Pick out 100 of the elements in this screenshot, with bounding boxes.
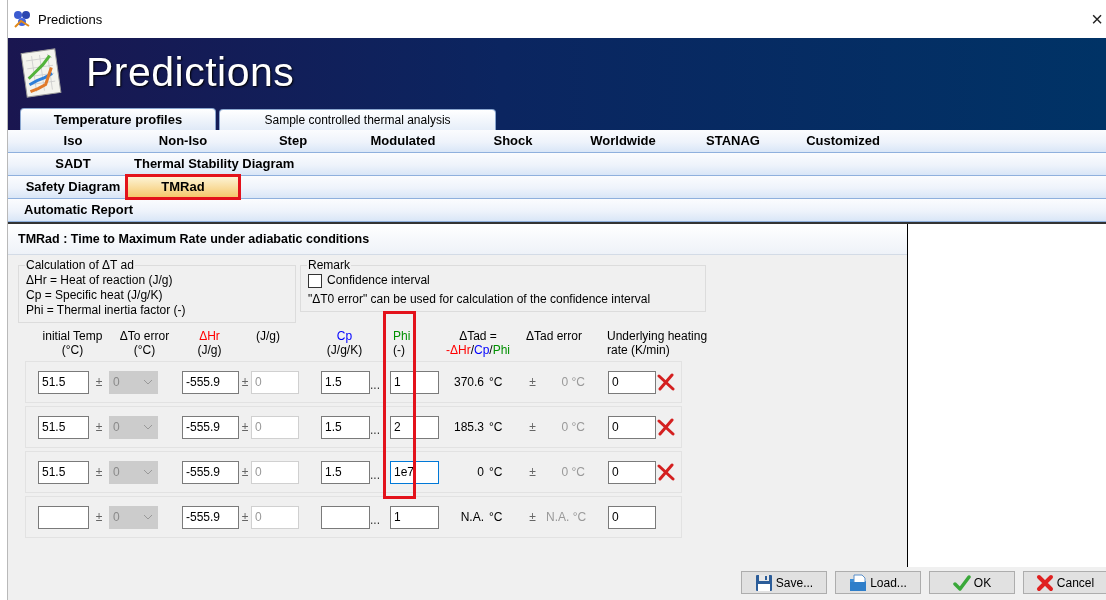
column-header: Underlying heating rate (K/min) [607,329,708,357]
method-tab[interactable]: Step [238,131,348,151]
chevron-icon [143,469,153,475]
phi-field[interactable]: 1e7 [390,460,439,484]
check-icon [952,573,971,592]
panel-title: TMRad : Time to Maximum Rate under adiabatic conditions [8,224,907,255]
heating-rate-field[interactable]: 0 [608,505,656,529]
close-button[interactable]: × [1091,9,1103,29]
folder-icon [849,573,868,592]
more-button[interactable]: ... [370,507,390,527]
chevron-icon [143,514,153,520]
heat-capacity-field[interactable]: 1.5 [321,460,370,484]
profile-tab[interactable]: Sample controlled thermal analysis [219,109,496,130]
plus-minus-sign: ± [240,510,250,524]
heat-capacity-field[interactable] [321,505,370,529]
dropdown-value: 0 [113,375,120,389]
heat-field[interactable]: -555.9 [182,370,239,394]
adiabatic-rise-value: 185.3 [452,420,484,434]
save-button[interactable]: Save... [741,571,827,594]
error-value: 0 °C [560,375,586,389]
unit-label: °C [488,375,504,389]
temperature-field[interactable]: 51.5 [38,415,89,439]
unit-label: °C [488,510,504,524]
remark-text: "ΔT0 error" can be used for calculation of the confidence interval [308,292,652,307]
plus-minus-sign: ± [94,420,104,434]
heat-capacity-field[interactable]: 1.5 [321,370,370,394]
column-header: ΔTad error [525,329,582,343]
definition-text: Cp = Specific heat (J/g/K) [26,288,164,303]
column-header: Cp (J/g/K) [326,329,363,357]
method-tab[interactable]: Shock [458,131,568,151]
heat-capacity-field[interactable]: 1.5 [321,415,370,439]
temperature-field[interactable]: 51.5 [38,370,89,394]
adiabatic-rise-value: N.A. [459,510,484,524]
delete-icon[interactable] [657,418,675,436]
column-header: initial Temp (°C) [42,329,103,357]
plus-minus-sign: ± [528,510,537,524]
method-tab[interactable]: TMRad [128,177,238,197]
heating-rate-field[interactable]: 0 [608,415,656,439]
column-header: ΔTad = -ΔHr/Cp/Phi [445,329,511,357]
profile-tab[interactable]: Temperature profiles [20,108,216,130]
plus-minus-sign: ± [94,375,104,389]
close-icon [1035,573,1054,592]
method-tab[interactable]: Customized [788,131,898,151]
heat-field[interactable]: -555.9 [182,505,239,529]
method-tab[interactable]: Modulated [348,131,458,151]
checkbox-label: Confidence interval [327,273,430,288]
banner-title: Predictions [86,49,295,96]
heating-rate-field[interactable]: 0 [608,460,656,484]
method-tab[interactable]: Non-Iso [128,131,238,151]
method-tab[interactable]: Worldwide [568,131,678,151]
unit-label: °C [488,465,504,479]
temperature-field[interactable]: 51.5 [38,460,89,484]
plus-minus-sign: ± [240,375,250,389]
method-tab[interactable]: Iso [18,131,128,151]
definition-text: ΔHr = Heat of reaction (J/g) [26,273,174,288]
checkbox[interactable] [308,273,322,288]
app-icon [12,9,32,29]
plus-minus-sign: ± [528,375,537,389]
ok-button[interactable]: OK [929,571,1015,594]
adiabatic-rise-value: 0 [476,465,484,479]
plus-minus-sign: ± [240,465,250,479]
plus-minus-sign: ± [94,465,104,479]
group-title: Calculation of ΔT ad [25,258,135,273]
error-value: 0 °C [560,420,586,434]
heating-rate-field[interactable]: 0 [608,370,656,394]
error-value: 0 °C [560,465,586,479]
dropdown-value: 0 [113,465,120,479]
method-tab[interactable]: Automatic Report [18,200,140,220]
more-button[interactable]: ... [370,372,390,392]
method-tab[interactable]: SADT [18,154,128,174]
delete-icon[interactable] [657,463,675,481]
plus-minus-sign: ± [94,510,104,524]
more-button[interactable]: ... [370,462,390,482]
plus-minus-sign: ± [528,420,537,434]
window-title: Predictions [38,11,103,27]
heat-field[interactable]: -555.9 [182,415,239,439]
group-title: Remark [307,258,351,273]
method-tab[interactable]: Safety Diagram [18,177,128,197]
phi-field[interactable]: 1 [390,505,439,529]
method-tab[interactable]: Thermal Stability Diagram [128,154,301,174]
phi-field[interactable]: 2 [390,415,439,439]
phi-field[interactable]: 1 [390,370,439,394]
error-value: N.A. °C [546,510,588,524]
plus-minus-sign: ± [240,420,250,434]
column-header: ΔHr (J/g) [197,329,222,357]
chevron-icon [143,424,153,430]
more-button[interactable]: ... [370,417,390,437]
column-header: ΔTo error (°C) [119,329,170,357]
chevron-icon [143,379,153,385]
dropdown-value: 0 [113,420,120,434]
dropdown-value: 0 [113,510,120,524]
method-tab[interactable]: STANAG [678,131,788,151]
delete-icon[interactable] [657,373,675,391]
definition-text: Phi = Thermal inertia factor (-) [26,303,187,318]
temperature-field[interactable] [38,505,89,529]
column-header: (J/g) [256,329,280,343]
plus-minus-sign: ± [528,465,537,479]
load-button[interactable]: Load... [835,571,921,594]
cancel-button[interactable]: Cancel [1023,571,1106,594]
heat-field[interactable]: -555.9 [182,460,239,484]
